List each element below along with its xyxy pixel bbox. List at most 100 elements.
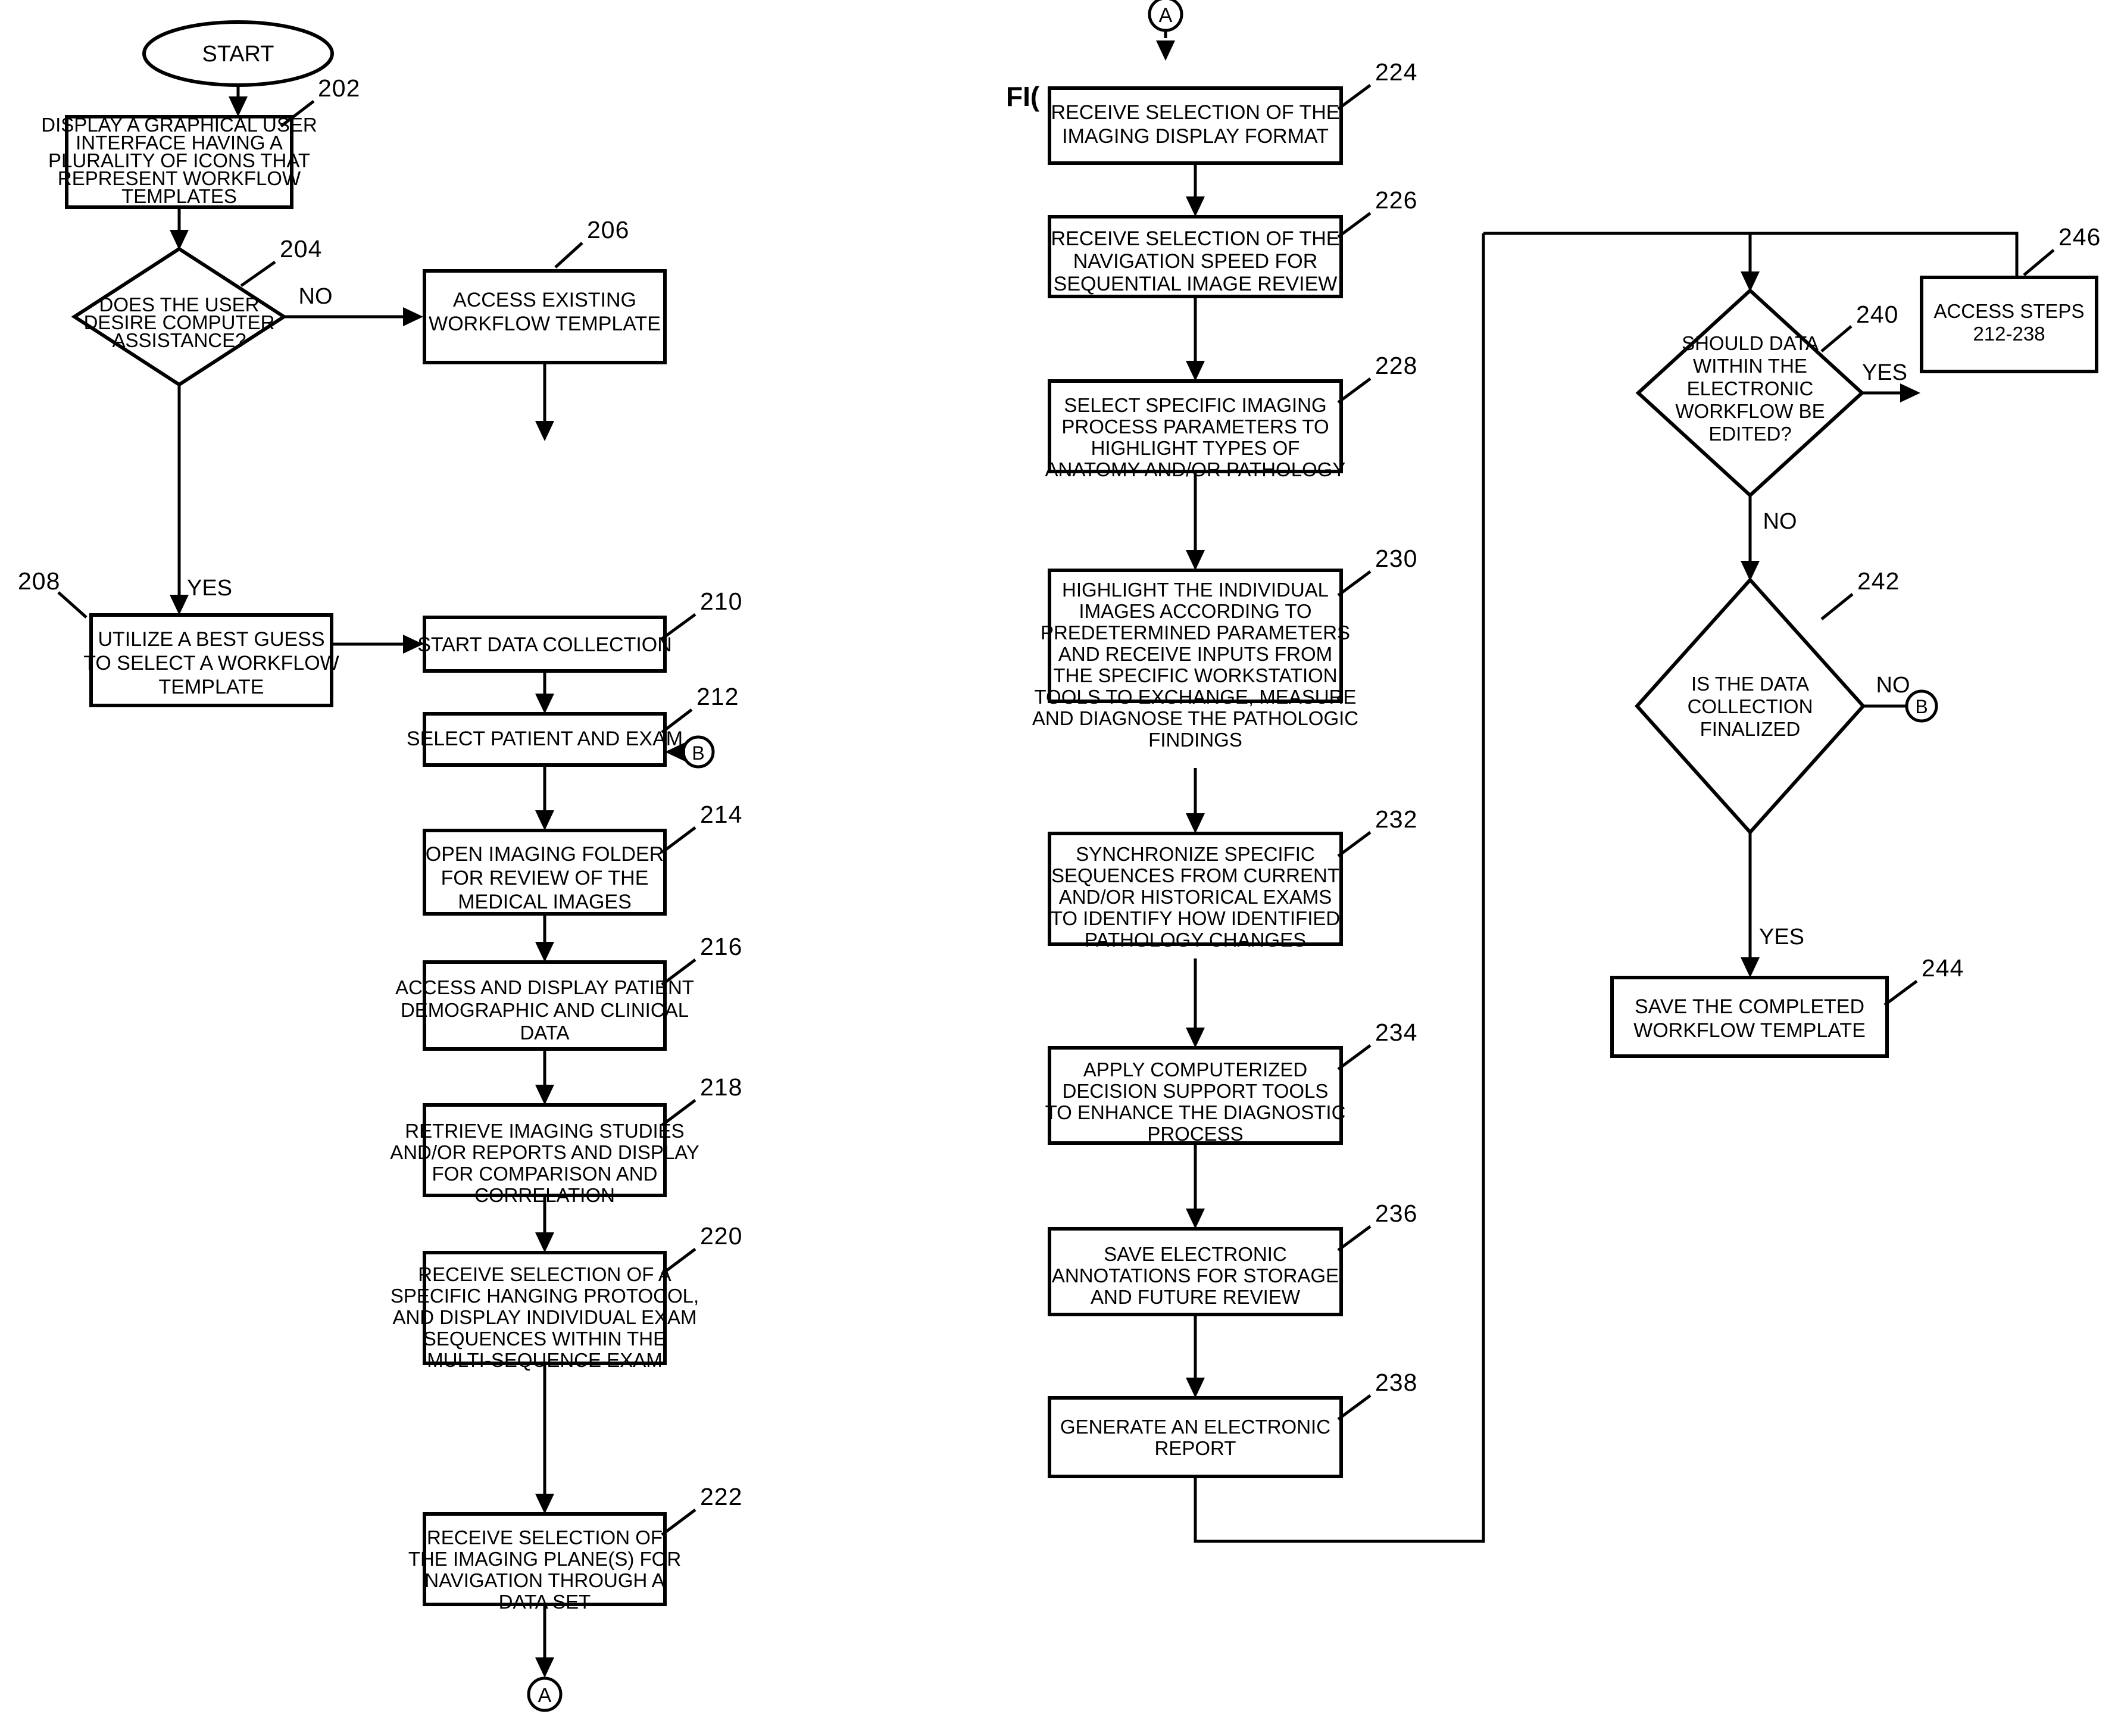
svg-text:SEQUENCES FROM CURRENT: SEQUENCES FROM CURRENT — [1051, 864, 1339, 886]
connector-a-top-label: A — [1159, 4, 1173, 27]
svg-text:RETRIEVE IMAGING STUDIES: RETRIEVE IMAGING STUDIES — [405, 1120, 684, 1142]
leader-224 — [1337, 83, 1372, 111]
label-240-no: NO — [1763, 509, 1797, 534]
svg-text:RECEIVE SELECTION OF: RECEIVE SELECTION OF — [427, 1526, 663, 1548]
svg-text:MEDICAL IMAGES: MEDICAL IMAGES — [458, 891, 632, 913]
svg-text:HIGHLIGHT THE INDIVIDUAL: HIGHLIGHT THE INDIVIDUAL — [1062, 579, 1329, 601]
ref-224: 224 — [1375, 58, 1417, 86]
svg-text:AND FUTURE REVIEW: AND FUTURE REVIEW — [1091, 1286, 1301, 1308]
svg-text:ELECTRONIC: ELECTRONIC — [1687, 377, 1814, 399]
leader-222 — [661, 1509, 696, 1536]
svg-text:EDITED?: EDITED? — [1708, 423, 1791, 445]
ref-236: 236 — [1375, 1200, 1417, 1227]
label-240-yes: YES — [1862, 360, 1907, 385]
svg-text:WORKFLOW TEMPLATE: WORKFLOW TEMPLATE — [429, 313, 661, 335]
svg-text:TEMPLATE: TEMPLATE — [159, 676, 264, 698]
svg-text:COLLECTION: COLLECTION — [1688, 695, 1813, 717]
svg-text:PROCESS: PROCESS — [1147, 1123, 1243, 1145]
svg-text:PREDETERMINED PARAMETERS: PREDETERMINED PARAMETERS — [1041, 622, 1350, 644]
svg-text:FOR REVIEW OF THE: FOR REVIEW OF THE — [441, 867, 649, 889]
ref-204: 204 — [280, 235, 322, 263]
svg-text:IMAGES ACCORDING TO: IMAGES ACCORDING TO — [1079, 600, 1311, 622]
leader-246 — [2023, 249, 2055, 276]
svg-text:IS THE DATA: IS THE DATA — [1691, 673, 1809, 695]
ref-234: 234 — [1375, 1019, 1417, 1046]
leader-214 — [661, 826, 696, 854]
flowchart-svg: START DISPLAY A GRAPHICAL USER INTERFACE… — [18, 0, 2100, 1712]
svg-text:TO IDENTIFY HOW IDENTIFIED: TO IDENTIFY HOW IDENTIFIED — [1051, 907, 1340, 929]
label-204-yes: YES — [187, 576, 232, 601]
svg-text:UTILIZE A BEST GUESS: UTILIZE A BEST GUESS — [98, 628, 324, 651]
patent-flowchart-page: START DISPLAY A GRAPHICAL USER INTERFACE… — [0, 0, 2118, 1736]
ref-212: 212 — [696, 683, 739, 710]
svg-text:FOR COMPARISON AND: FOR COMPARISON AND — [432, 1163, 658, 1185]
svg-text:ANNOTATIONS FOR STORAGE: ANNOTATIONS FOR STORAGE — [1052, 1264, 1339, 1287]
ref-230: 230 — [1375, 545, 1417, 572]
connector-a-bottom-label: A — [538, 1684, 552, 1707]
svg-text:SEQUENCES WITHIN THE: SEQUENCES WITHIN THE — [423, 1328, 666, 1350]
leader-240 — [1820, 325, 1853, 352]
svg-text:SAVE THE COMPLETED: SAVE THE COMPLETED — [1635, 995, 1864, 1018]
svg-text:THE IMAGING PLANE(S) FOR: THE IMAGING PLANE(S) FOR — [408, 1548, 681, 1570]
svg-text:AND DISPLAY INDIVIDUAL EXAM: AND DISPLAY INDIVIDUAL EXAM — [392, 1306, 696, 1328]
svg-text:TOOLS TO EXCHANGE, MEASURE: TOOLS TO EXCHANGE, MEASURE — [1035, 686, 1357, 708]
leader-234 — [1337, 1044, 1372, 1071]
node-230-text: HIGHLIGHT THE INDIVIDUAL IMAGES ACCORDIN… — [1032, 579, 1358, 751]
node-204-text: DOES THE USER DESIRE COMPUTER ASSISTANCE… — [84, 294, 275, 351]
svg-text:NAVIGATION THROUGH A: NAVIGATION THROUGH A — [424, 1569, 664, 1591]
node-220-text: RECEIVE SELECTION OF A SPECIFIC HANGING … — [391, 1263, 699, 1371]
node-226-text: RECEIVE SELECTION OF THE NAVIGATION SPEE… — [1051, 227, 1340, 295]
svg-text:212-238: 212-238 — [1973, 323, 2045, 345]
svg-text:AND RECEIVE INPUTS FROM: AND RECEIVE INPUTS FROM — [1058, 643, 1332, 665]
connector-b-left-label: B — [692, 742, 704, 764]
svg-text:TEMPLATES: TEMPLATES — [121, 185, 237, 207]
ref-206: 206 — [587, 216, 629, 243]
ref-214: 214 — [700, 801, 742, 828]
ref-222: 222 — [700, 1483, 742, 1510]
ref-218: 218 — [700, 1073, 742, 1101]
svg-text:AND/OR HISTORICAL EXAMS: AND/OR HISTORICAL EXAMS — [1059, 886, 1332, 908]
ref-202: 202 — [318, 74, 360, 102]
ref-232: 232 — [1375, 805, 1417, 833]
leader-220 — [661, 1248, 696, 1275]
svg-text:SPECIFIC HANGING PROTOCOL,: SPECIFIC HANGING PROTOCOL, — [391, 1285, 699, 1307]
leader-228 — [1337, 377, 1372, 404]
svg-text:DECISION SUPPORT TOOLS: DECISION SUPPORT TOOLS — [1063, 1080, 1329, 1102]
svg-text:OPEN IMAGING FOLDER: OPEN IMAGING FOLDER — [426, 843, 664, 866]
label-242-no: NO — [1876, 673, 1910, 698]
leader-204 — [240, 260, 276, 288]
svg-text:DATA: DATA — [520, 1022, 569, 1044]
svg-text:HIGHLIGHT TYPES OF: HIGHLIGHT TYPES OF — [1091, 437, 1300, 459]
svg-text:WORKFLOW TEMPLATE: WORKFLOW TEMPLATE — [1633, 1019, 1866, 1042]
leader-210 — [661, 613, 696, 641]
svg-text:AND DIAGNOSE THE PATHOLOGIC: AND DIAGNOSE THE PATHOLOGIC — [1032, 707, 1358, 729]
ref-244: 244 — [1922, 954, 1964, 982]
svg-text:RECEIVE SELECTION OF THE: RECEIVE SELECTION OF THE — [1051, 227, 1340, 250]
connector-b-right-label: B — [1915, 696, 1928, 717]
svg-text:SEQUENTIAL IMAGE REVIEW: SEQUENTIAL IMAGE REVIEW — [1054, 273, 1338, 295]
svg-text:SELECT SPECIFIC IMAGING: SELECT SPECIFIC IMAGING — [1064, 394, 1326, 416]
leader-238 — [1337, 1394, 1372, 1421]
node-210-text: START DATA COLLECTION — [417, 633, 672, 656]
figure-label: FI( — [1006, 81, 1040, 112]
ref-216: 216 — [700, 933, 742, 960]
svg-text:PROCESS PARAMETERS TO: PROCESS PARAMETERS TO — [1061, 416, 1329, 438]
svg-text:TO SELECT A WORKFLOW: TO SELECT A WORKFLOW — [83, 652, 339, 675]
node-242-text: IS THE DATA COLLECTION FINALIZED — [1688, 673, 1813, 740]
ref-210: 210 — [700, 588, 742, 615]
node-232-text: SYNCHRONIZE SPECIFIC SEQUENCES FROM CURR… — [1051, 843, 1340, 951]
svg-text:PATHOLOGY CHANGES: PATHOLOGY CHANGES — [1085, 929, 1306, 951]
ref-220: 220 — [700, 1222, 742, 1250]
leader-232 — [1337, 830, 1372, 858]
leader-226 — [1337, 211, 1372, 239]
leader-244 — [1883, 979, 1918, 1007]
node-212-text: SELECT PATIENT AND EXAM — [407, 728, 683, 750]
svg-text:IMAGING DISPLAY FORMAT: IMAGING DISPLAY FORMAT — [1062, 125, 1329, 148]
leader-236 — [1337, 1225, 1372, 1252]
svg-text:GENERATE AN ELECTRONIC: GENERATE AN ELECTRONIC — [1060, 1416, 1330, 1438]
svg-text:WITHIN THE: WITHIN THE — [1693, 355, 1807, 377]
leader-208 — [57, 591, 88, 619]
svg-text:SHOULD DATA: SHOULD DATA — [1682, 332, 1819, 354]
svg-text:SYNCHRONIZE SPECIFIC: SYNCHRONIZE SPECIFIC — [1076, 843, 1315, 865]
svg-text:AND/OR REPORTS AND DISPLAY: AND/OR REPORTS AND DISPLAY — [390, 1141, 699, 1163]
